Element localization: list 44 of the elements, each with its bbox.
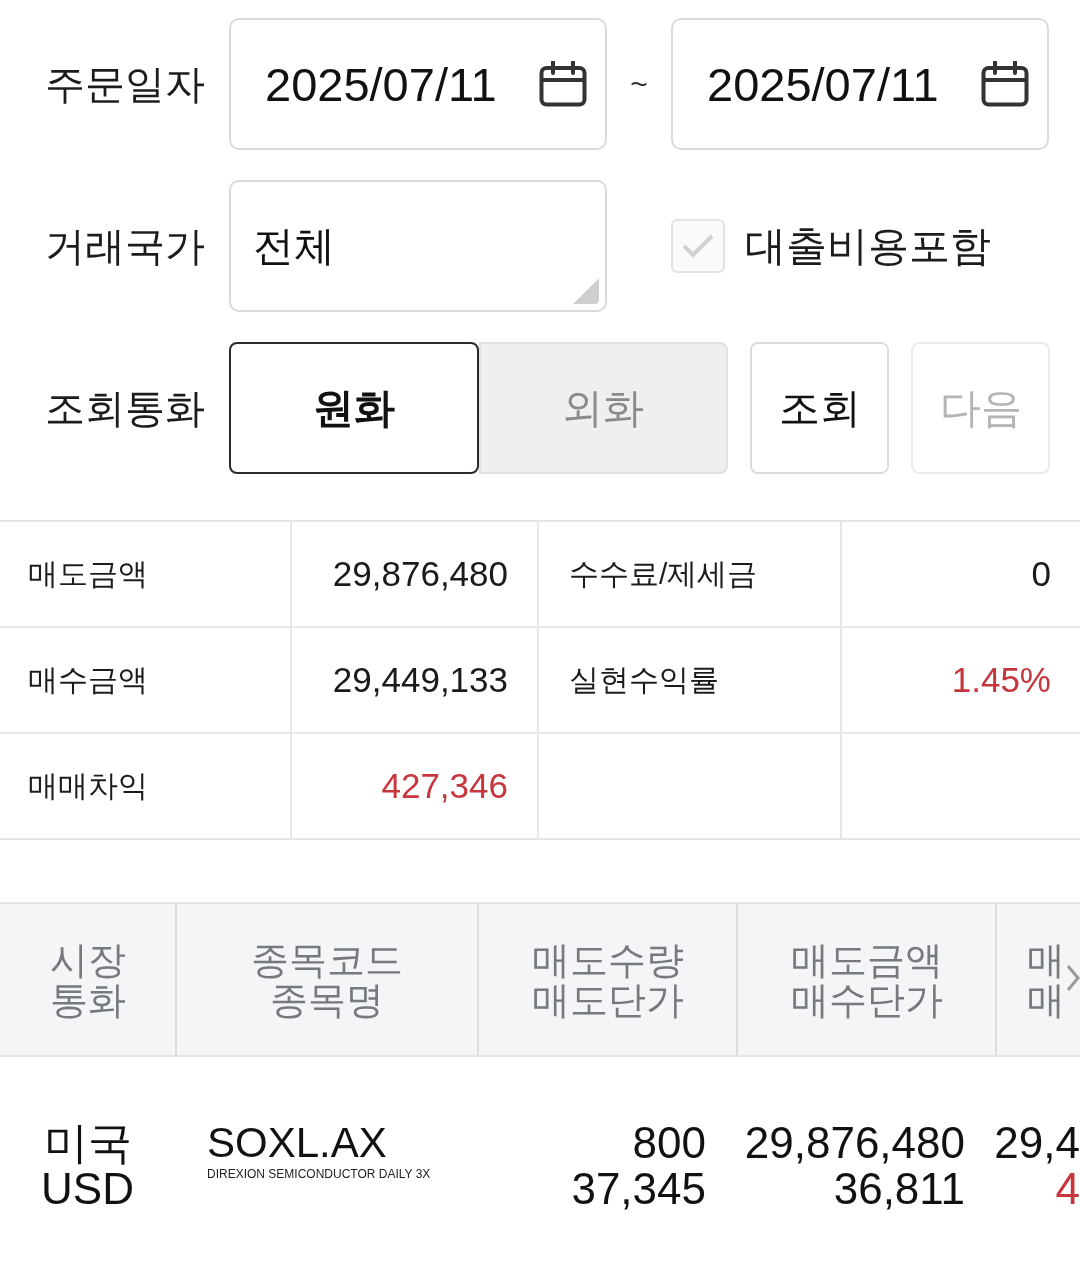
- action-button[interactable]: 조회: [750, 342, 889, 474]
- field-label: 거래국가: [45, 222, 206, 270]
- column-heading: 매도수량: [531, 939, 684, 980]
- column-heading: 매도단가: [531, 979, 684, 1020]
- summary-value: 427,346: [381, 766, 508, 806]
- stock-name: DIREXION SEMICONDUCTOR DAILY 3X: [207, 1167, 431, 1181]
- column-heading: 종목코드: [251, 939, 403, 980]
- summary-label: 매수금액: [28, 661, 148, 698]
- column-heading: 종목명: [270, 979, 384, 1020]
- summary-label: 수수료/제세금: [569, 555, 758, 592]
- column-heading: 시장: [49, 939, 126, 980]
- table-cell: 29,876,480: [744, 1120, 965, 1166]
- calendar-icon[interactable]: [981, 61, 1029, 107]
- chevron-right-icon[interactable]: [1066, 964, 1080, 992]
- table-cell: 800: [632, 1120, 706, 1166]
- corner-triangle-icon: [573, 278, 599, 304]
- country-select[interactable]: 전체: [229, 180, 607, 312]
- table-cell: 29,4: [994, 1120, 1080, 1166]
- field-label: 조회통화: [45, 384, 206, 432]
- summary-value: 0: [1031, 554, 1051, 594]
- summary-value: 29,876,480: [332, 554, 508, 594]
- field-label: 주문일자: [45, 60, 206, 108]
- column-heading: 통화: [49, 979, 126, 1020]
- calendar-icon[interactable]: [539, 61, 587, 107]
- column-heading: 매: [1027, 939, 1065, 980]
- table-cell: 37,345: [571, 1166, 706, 1212]
- summary-value: 29,449,133: [332, 660, 508, 700]
- column-heading: 매수단가: [790, 979, 943, 1020]
- table-cell: USD: [41, 1166, 134, 1212]
- summary-label: 실현수익률: [569, 661, 719, 698]
- date-field[interactable]: 2025/07/11: [229, 18, 607, 150]
- range-separator: ~: [629, 67, 649, 101]
- summary-value: 1.45%: [951, 660, 1051, 700]
- summary-label: 매도금액: [28, 555, 148, 592]
- segment-tab[interactable]: 원화: [229, 342, 479, 474]
- summary-label: 매매차익: [28, 767, 148, 804]
- date-field[interactable]: 2025/07/11: [671, 18, 1049, 150]
- table-cell: 36,811: [833, 1166, 965, 1212]
- column-heading: 매도금액: [790, 939, 943, 980]
- table-cell: 미국: [43, 1120, 132, 1166]
- table-cell: 4: [1055, 1166, 1080, 1212]
- stock-code: SOXL.AX: [207, 1121, 387, 1165]
- checkmark-icon: [682, 234, 714, 258]
- column-heading: 매: [1027, 979, 1065, 1020]
